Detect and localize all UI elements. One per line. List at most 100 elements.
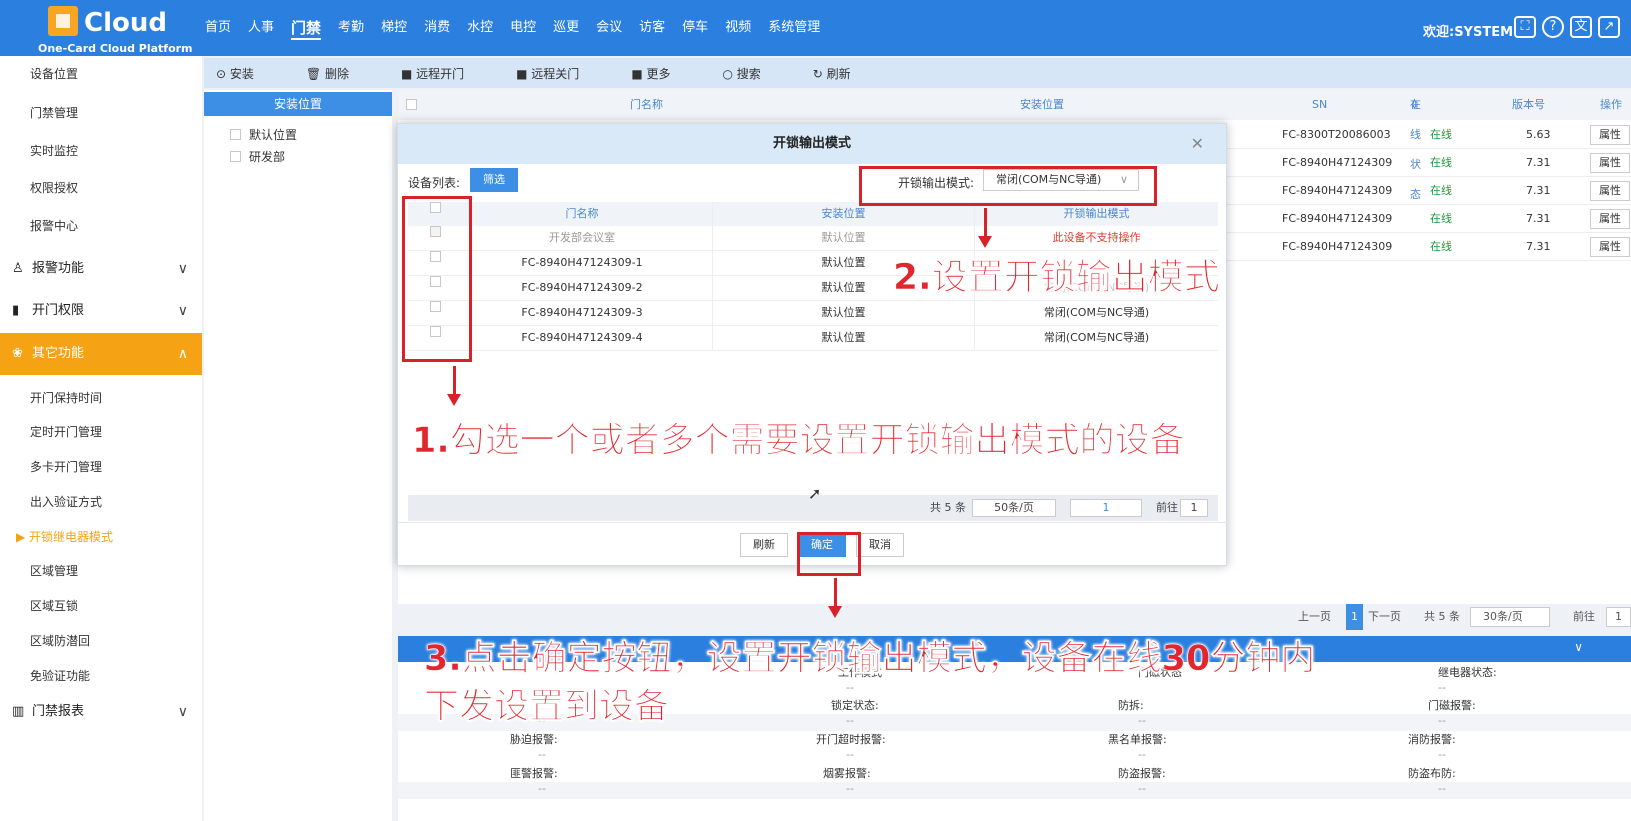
properties-button[interactable]: 属性 — [1590, 153, 1630, 173]
properties-button[interactable]: 属性 — [1590, 181, 1630, 201]
sidebar-item-permission[interactable]: 权限授权 — [0, 170, 202, 206]
nav-attendance[interactable]: 考勤 — [338, 18, 364, 40]
page-size-select[interactable]: 30条/页 — [1470, 607, 1550, 627]
refresh-button[interactable]: 刷新 — [740, 533, 788, 557]
location-panel-title: 安装位置 — [204, 92, 392, 116]
arrow-down-icon — [447, 366, 461, 406]
nav-home[interactable]: 首页 — [205, 18, 231, 40]
language-icon[interactable]: 文 — [1570, 16, 1592, 38]
sidebar-item-open-hold-time[interactable]: 开门保持时间 — [0, 380, 202, 416]
chevron-up-icon: ∧ — [177, 346, 188, 362]
location-item-default[interactable]: 默认位置 — [204, 124, 392, 146]
nav-consumption[interactable]: 消费 — [424, 18, 450, 40]
sidebar-item-timed-open[interactable]: 定时开门管理 — [0, 414, 202, 450]
nav-power[interactable]: 电控 — [510, 18, 536, 40]
goto-input[interactable]: 1 — [1180, 499, 1208, 517]
remote-close-label: 远程关门 — [531, 66, 580, 81]
cancel-button[interactable]: 取消 — [856, 533, 904, 557]
sidebar-item-anti-passback[interactable]: 区域防潜回 — [0, 623, 202, 659]
row-location: 默认位置 — [712, 326, 974, 350]
search-button[interactable]: ○ 搜索 — [722, 65, 786, 82]
logo[interactable]: Cloud One-Card Cloud Platform — [38, 4, 193, 55]
detail-label: 开门超时报警: — [816, 733, 886, 746]
nav-access-control[interactable]: 门禁 — [291, 18, 322, 40]
nav-visitor[interactable]: 访客 — [639, 18, 665, 40]
table-row[interactable]: FC-8940H47124309-3 默认位置 常闭(COM与NC导通) — [408, 301, 1218, 326]
location-item-rd[interactable]: 研发部 — [204, 146, 392, 168]
row-version: 7.31 — [1526, 240, 1551, 253]
select-all-checkbox[interactable] — [406, 99, 417, 110]
sidebar: 设备位置 门禁管理 实时监控 权限授权 报警中心 ♙ 报警功能 ∨ ▮ 开门权限 ∨… — [0, 56, 202, 821]
prev-page-button[interactable]: 上一页 — [1298, 604, 1331, 630]
remote-close-button[interactable]: ■ 远程关门 — [516, 65, 605, 82]
detail-value: -- — [1438, 748, 1446, 761]
help-icon[interactable]: ? — [1542, 16, 1564, 38]
page-number[interactable]: 1 — [1346, 604, 1363, 630]
row-sn: FC-8940H47124309 — [1282, 184, 1393, 197]
sidebar-group-other[interactable]: ❀ 其它功能 ∧ — [0, 333, 202, 375]
table-row[interactable]: FC-8940H47124309-4 默认位置 常闭(COM与NC导通) — [408, 326, 1218, 351]
mouse-cursor-icon: ➚ — [808, 484, 822, 503]
nav-water[interactable]: 水控 — [467, 18, 493, 40]
goto-label: 前往 — [1573, 610, 1595, 623]
goto-label: 前往 — [1156, 501, 1178, 514]
install-label: 安装 — [229, 66, 254, 81]
row-version: 5.63 — [1526, 128, 1551, 141]
nav-parking[interactable]: 停车 — [682, 18, 708, 40]
refresh-button[interactable]: ↻ 刷新 — [813, 65, 877, 82]
step2-annotation: 2.设置开锁输出模式 — [893, 257, 1220, 299]
row-output-mode: 常闭(COM与NC导通) — [974, 326, 1218, 350]
nav-elevator[interactable]: 梯控 — [381, 18, 407, 40]
sidebar-item-access-management[interactable]: 门禁管理 — [0, 95, 202, 131]
sidebar-item-no-verify[interactable]: 免验证功能 — [0, 658, 202, 694]
nav-meeting[interactable]: 会议 — [596, 18, 622, 40]
sidebar-item-relay-mode[interactable]: ▶ 开锁继电器模式 — [0, 519, 202, 555]
goto-input[interactable]: 1 — [1606, 607, 1631, 627]
sidebar-group-report[interactable]: ▥ 门禁报表 ∨ — [0, 691, 202, 733]
filter-button[interactable]: 筛选 — [470, 168, 518, 192]
nav-hr[interactable]: 人事 — [248, 18, 274, 40]
logout-icon[interactable]: ↗ — [1598, 16, 1620, 38]
sidebar-item-alarm-center[interactable]: 报警中心 — [0, 208, 202, 244]
row-location: 默认位置 — [712, 301, 974, 325]
delete-button[interactable]: 🗑 删除 — [306, 65, 375, 82]
sidebar-item-multi-card[interactable]: 多卡开门管理 — [0, 449, 202, 485]
fullscreen-icon[interactable]: ⛶ — [1514, 16, 1536, 38]
detail-value: -- — [1438, 714, 1446, 727]
nav-system[interactable]: 系统管理 — [768, 18, 820, 40]
install-button[interactable]: ⊙ 安装 — [216, 65, 280, 82]
detail-value: -- — [1138, 782, 1146, 795]
grid-header: 门名称 安装位置 SN 在线状态 ⇕ 版本号 操作 — [398, 90, 1631, 201]
page-number[interactable]: 1 — [1070, 499, 1142, 517]
row-door-name: FC-8940H47124309-2 — [521, 281, 643, 294]
sidebar-item-device-location[interactable]: 设备位置 — [0, 56, 202, 92]
sidebar-item-area-interlock[interactable]: 区域互锁 — [0, 588, 202, 624]
sidebar-group-label: 开门权限 — [32, 303, 85, 318]
sidebar-item-verify-mode[interactable]: 出入验证方式 — [0, 484, 202, 520]
detail-value: -- — [538, 782, 546, 795]
properties-button[interactable]: 属性 — [1590, 237, 1630, 257]
sidebar-item-label: 开锁继电器模式 — [29, 530, 114, 544]
sidebar-group-alarm[interactable]: ♙ 报警功能 ∨ — [0, 248, 202, 290]
properties-button[interactable]: 属性 — [1590, 125, 1630, 145]
detail-label: 防拆: — [1118, 699, 1144, 712]
chevron-down-icon[interactable]: ∨ — [1574, 640, 1583, 654]
mode-select-highlight-box — [859, 166, 1157, 206]
more-button[interactable]: ■ 更多 — [631, 65, 696, 82]
more-label: 更多 — [646, 66, 671, 81]
sidebar-item-realtime-monitor[interactable]: 实时监控 — [0, 133, 202, 169]
checkbox[interactable] — [230, 151, 241, 162]
next-page-button[interactable]: 下一页 — [1368, 604, 1401, 630]
close-icon[interactable]: ✕ — [1191, 124, 1204, 164]
sidebar-group-door-permission[interactable]: ▮ 开门权限 ∨ — [0, 290, 202, 332]
row-sn: FC-8940H47124309 — [1282, 240, 1393, 253]
remote-open-button[interactable]: ■ 远程开门 — [401, 65, 490, 82]
nav-video[interactable]: 视频 — [725, 18, 751, 40]
sidebar-item-area-management[interactable]: 区域管理 — [0, 553, 202, 589]
stripe — [398, 782, 1631, 799]
nav-patrol[interactable]: 巡更 — [553, 18, 579, 40]
col-online-status[interactable]: 在线状态 ⇕ — [1410, 90, 1421, 201]
checkbox[interactable] — [230, 129, 241, 140]
page-size-select[interactable]: 50条/页 — [972, 499, 1056, 517]
properties-button[interactable]: 属性 — [1590, 209, 1630, 229]
